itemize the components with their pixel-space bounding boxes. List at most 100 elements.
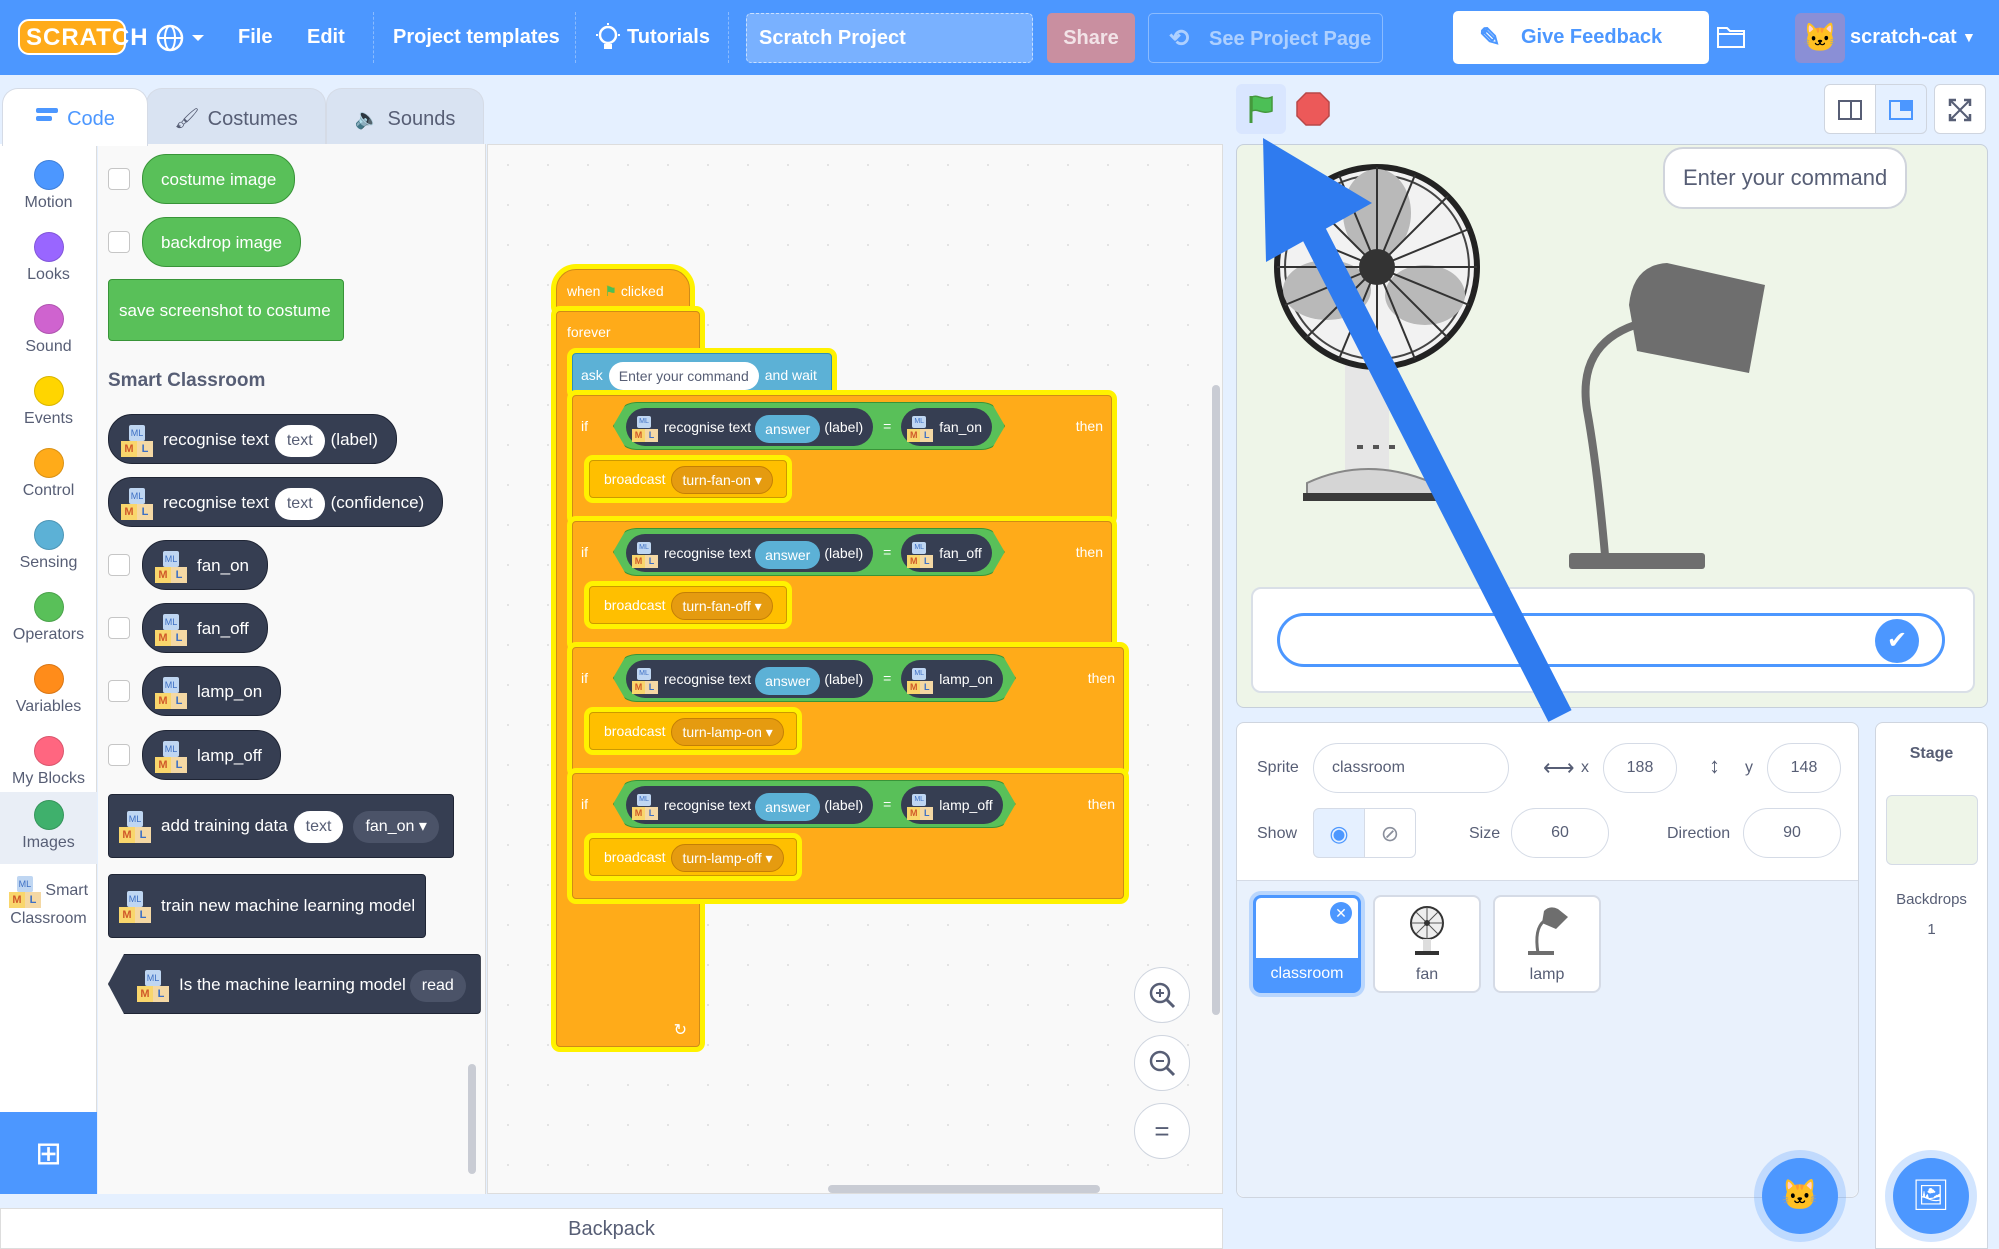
costume-image-checkbox[interactable] bbox=[108, 168, 130, 190]
add-backdrop-button[interactable]: 🖼 bbox=[1893, 1158, 1969, 1234]
sprite-tile-fan[interactable]: fan bbox=[1373, 895, 1481, 993]
backdrop-image-block[interactable]: backdrop image bbox=[142, 217, 301, 267]
category-images[interactable]: Images bbox=[0, 792, 97, 864]
see-project-page-button[interactable]: ⟲ See Project Page bbox=[1148, 13, 1383, 63]
fan-off-checkbox[interactable] bbox=[108, 617, 130, 639]
x-position-input[interactable] bbox=[1603, 743, 1677, 793]
backpack[interactable]: Backpack bbox=[0, 1208, 1223, 1249]
ask-and-wait-block[interactable]: ask Enter your command and wait bbox=[572, 353, 832, 395]
size-input[interactable] bbox=[1511, 808, 1609, 858]
share-button[interactable]: Share bbox=[1047, 13, 1135, 63]
recognise-text-reporter[interactable]: ML M L recognise text answer (label) bbox=[626, 660, 873, 698]
category-smart-classroom[interactable]: ML M L Smart Classroom bbox=[0, 872, 97, 962]
add-sprite-button[interactable]: 🐱 bbox=[1762, 1158, 1838, 1234]
when-flag-clicked-block[interactable]: when ⚑ clicked bbox=[556, 269, 690, 311]
lamp-on-block[interactable]: ML M L lamp_on bbox=[142, 666, 282, 716]
script-horizontal-scrollbar[interactable] bbox=[828, 1185, 1100, 1193]
label-reporter[interactable]: ML M L fan_off bbox=[901, 534, 992, 572]
file-menu[interactable]: File bbox=[228, 0, 282, 75]
save-screenshot-block[interactable]: save screenshot to costume bbox=[108, 279, 344, 341]
if-then-block[interactable]: if ML M L recognise text answer (label) = ML M… bbox=[572, 647, 1124, 773]
sprite-tile-lamp[interactable]: lamp bbox=[1493, 895, 1601, 993]
answer-input[interactable] bbox=[1277, 613, 1945, 667]
category-my-blocks[interactable]: My Blocks bbox=[0, 728, 97, 798]
category-motion[interactable]: Motion bbox=[0, 152, 97, 222]
lamp-off-checkbox[interactable] bbox=[108, 744, 130, 766]
language-menu[interactable] bbox=[146, 0, 218, 75]
green-flag-button[interactable] bbox=[1236, 84, 1286, 134]
scratch-logo[interactable]: SCRATCH bbox=[18, 18, 148, 56]
tab-sounds[interactable]: 🔈 Sounds bbox=[326, 88, 484, 144]
username[interactable]: scratch-cat bbox=[1850, 0, 1957, 75]
answer-reporter[interactable]: answer bbox=[755, 667, 820, 695]
is-model-ready-block[interactable]: ML M L Is the machine learning model read bbox=[108, 954, 481, 1014]
fan-off-block[interactable]: ML M L fan_off bbox=[142, 603, 268, 653]
answer-reporter[interactable]: answer bbox=[755, 415, 820, 443]
label-dropdown[interactable]: fan_on ▾ bbox=[353, 810, 439, 843]
backdrop-image-checkbox[interactable] bbox=[108, 231, 130, 253]
equals-operator[interactable]: ML M L recognise text answer (label) = ML M L fa… bbox=[613, 402, 1005, 450]
add-training-data-block[interactable]: ML M L add training data text fan_on ▾ bbox=[108, 794, 454, 858]
edit-menu[interactable]: Edit bbox=[297, 0, 355, 75]
add-extension-button[interactable]: ⊞ bbox=[0, 1112, 97, 1194]
lamp-off-block[interactable]: ML M L lamp_off bbox=[142, 730, 281, 780]
fullscreen-button[interactable] bbox=[1934, 84, 1986, 134]
costume-image-block[interactable]: costume image bbox=[142, 154, 296, 204]
stage-canvas[interactable]: Enter your command ✔ bbox=[1236, 144, 1988, 708]
answer-reporter[interactable]: answer bbox=[755, 793, 820, 821]
recognise-text-confidence-block[interactable]: ML M L recognise text text (confidence) bbox=[108, 477, 444, 527]
equals-operator[interactable]: ML M L recognise text answer (label) = ML M L la… bbox=[613, 654, 1016, 702]
category-events[interactable]: Events bbox=[0, 368, 97, 438]
broadcast-dropdown[interactable]: turn-fan-off ▾ bbox=[671, 592, 773, 621]
recognise-text-reporter[interactable]: ML M L recognise text answer (label) bbox=[626, 408, 873, 446]
broadcast-block[interactable]: broadcast turn-fan-on ▾ bbox=[589, 460, 787, 498]
equals-operator[interactable]: ML M L recognise text answer (label) = ML M L fa… bbox=[613, 528, 1005, 576]
fan-on-checkbox[interactable] bbox=[108, 554, 130, 576]
category-variables[interactable]: Variables bbox=[0, 656, 97, 726]
normal-stage-button[interactable] bbox=[1875, 84, 1927, 134]
zoom-out-button[interactable] bbox=[1134, 1035, 1190, 1091]
sprite-name-input[interactable] bbox=[1313, 743, 1509, 793]
text-arg-input[interactable]: text bbox=[274, 487, 325, 520]
label-reporter[interactable]: ML M L fan_on bbox=[901, 408, 992, 446]
equals-operator[interactable]: ML M L recognise text answer (label) = ML M L la… bbox=[613, 780, 1016, 828]
broadcast-block[interactable]: broadcast turn-lamp-off ▾ bbox=[589, 838, 797, 876]
text-arg-input[interactable]: text bbox=[293, 810, 344, 843]
lamp-on-checkbox[interactable] bbox=[108, 680, 130, 702]
label-reporter[interactable]: ML M L lamp_on bbox=[901, 660, 1003, 698]
category-operators[interactable]: Operators bbox=[0, 584, 97, 654]
zoom-reset-button[interactable]: = bbox=[1134, 1103, 1190, 1159]
script-area[interactable]: when ⚑ clicked forever ↻ ask Enter your c… bbox=[487, 144, 1223, 1194]
y-position-input[interactable] bbox=[1767, 743, 1841, 793]
sprite-tile-classroom[interactable]: ✕ classroom bbox=[1253, 895, 1361, 993]
hide-sprite-button[interactable]: ⊘ bbox=[1364, 808, 1416, 858]
category-sensing[interactable]: Sensing bbox=[0, 512, 97, 582]
broadcast-block[interactable]: broadcast turn-fan-off ▾ bbox=[589, 586, 787, 624]
stop-button[interactable] bbox=[1296, 92, 1330, 126]
category-sound[interactable]: Sound bbox=[0, 296, 97, 366]
train-model-block[interactable]: ML M L train new machine learning model bbox=[108, 874, 427, 938]
show-visible-button[interactable]: ◉ bbox=[1313, 808, 1365, 858]
broadcast-block[interactable]: broadcast turn-lamp-on ▾ bbox=[589, 712, 797, 750]
delete-sprite-icon[interactable]: ✕ bbox=[1330, 902, 1352, 924]
project-templates-menu[interactable]: Project templates bbox=[383, 0, 570, 75]
broadcast-dropdown[interactable]: turn-fan-on ▾ bbox=[671, 466, 773, 495]
fan-on-block[interactable]: ML M L fan_on bbox=[142, 540, 268, 590]
broadcast-dropdown[interactable]: turn-lamp-off ▾ bbox=[671, 844, 784, 873]
category-control[interactable]: Control bbox=[0, 440, 97, 510]
ask-text-input[interactable]: Enter your command bbox=[608, 362, 759, 391]
label-reporter[interactable]: ML M L lamp_off bbox=[901, 786, 1002, 824]
recognise-text-reporter[interactable]: ML M L recognise text answer (label) bbox=[626, 534, 873, 572]
direction-input[interactable] bbox=[1743, 808, 1841, 858]
stage-thumbnail[interactable] bbox=[1886, 795, 1978, 865]
palette-scrollbar[interactable] bbox=[468, 1064, 476, 1174]
small-stage-button[interactable] bbox=[1824, 84, 1876, 134]
script-vertical-scrollbar[interactable] bbox=[1212, 385, 1220, 1015]
if-then-block[interactable]: if ML M L recognise text answer (label) = ML M… bbox=[572, 521, 1112, 647]
submit-answer-button[interactable]: ✔ bbox=[1875, 619, 1919, 663]
if-then-block[interactable]: if ML M L recognise text answer (label) = ML M… bbox=[572, 395, 1112, 521]
avatar[interactable]: 🐱 bbox=[1795, 13, 1845, 63]
tab-costumes[interactable]: 🖌 Costumes bbox=[146, 88, 326, 144]
my-stuff-folder-icon[interactable] bbox=[1716, 20, 1746, 54]
tab-code[interactable]: Code bbox=[2, 88, 148, 146]
